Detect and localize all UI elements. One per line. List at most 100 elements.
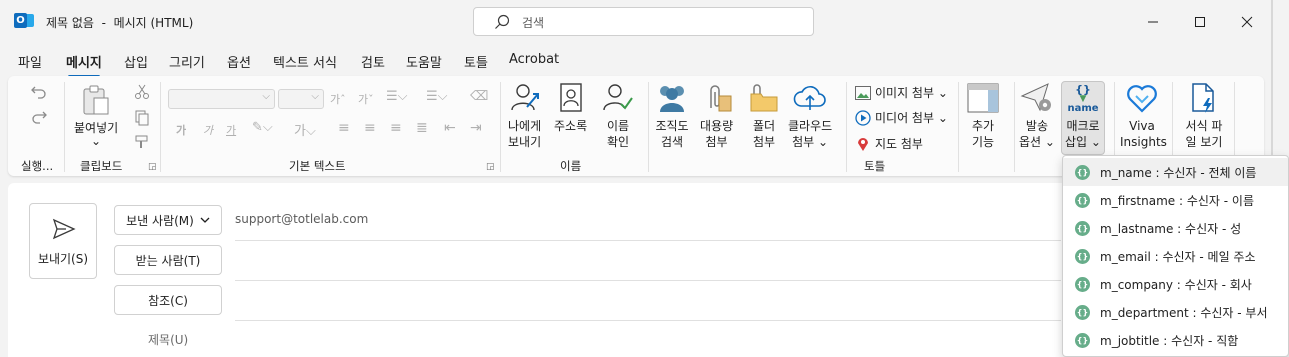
send-options-button[interactable]: 발송 옵션 ⌄	[1019, 82, 1055, 150]
to-button[interactable]: 받는 사람(T)	[114, 245, 222, 275]
document-flash-icon	[1192, 83, 1214, 113]
large-attach-button[interactable]: 대용량 첨부	[700, 82, 733, 150]
cut-icon[interactable]	[134, 84, 150, 100]
send-icon	[52, 218, 76, 240]
close-button[interactable]	[1224, 6, 1270, 38]
folder-attach-label-line1: 폴더	[752, 119, 776, 133]
macro-menu-item[interactable]: {} m_company : 수신자 - 회사	[1063, 270, 1288, 298]
tab-file[interactable]: 파일	[18, 52, 42, 71]
numbering-icon[interactable]: ☰⌵	[426, 89, 448, 104]
braces-icon: {}	[1075, 192, 1090, 208]
from-label: 보낸 사람(M)	[126, 213, 194, 228]
format-file-view-button[interactable]: 서식 파 일 보기	[1180, 82, 1228, 150]
tab-review[interactable]: 검토	[361, 52, 385, 71]
font-color-icon[interactable]: 가⌵	[294, 120, 316, 139]
tab-acrobat[interactable]: Acrobat	[509, 52, 559, 67]
media-attach-button[interactable]: 미디어 첨부 ⌄	[855, 109, 948, 126]
macro-menu-item[interactable]: {} m_department : 수신자 - 부서	[1063, 298, 1288, 326]
org-chart-search-button[interactable]: 조직도 검색	[655, 82, 689, 150]
separator	[1014, 82, 1015, 172]
align-left-icon[interactable]: ≡	[338, 120, 350, 136]
tab-insert[interactable]: 삽입	[124, 52, 148, 71]
clear-format-icon[interactable]: ⌫	[470, 89, 488, 104]
macro-menu-item[interactable]: {} m_name : 수신자 - 전체 이름	[1063, 158, 1288, 186]
org-chart-people-icon	[660, 86, 684, 112]
italic-button[interactable]: 가	[203, 122, 213, 138]
field-divider	[235, 280, 1061, 281]
address-book-button[interactable]: 주소록	[554, 82, 587, 134]
underline-button[interactable]: 가	[226, 122, 236, 138]
outlook-app-icon: O	[14, 12, 34, 30]
braces-icon: {}	[1075, 276, 1090, 292]
undo-icon[interactable]	[30, 84, 48, 100]
copy-icon[interactable]	[134, 110, 150, 126]
search-placeholder: 검색	[522, 16, 545, 30]
macro-item-label: m_lastname : 수신자 - 성	[1100, 221, 1242, 236]
folder-attach-icon	[750, 84, 778, 112]
macro-item-label: m_company : 수신자 - 회사	[1100, 277, 1252, 292]
clipboard-dialog-launcher-icon[interactable]: ◲	[148, 162, 157, 172]
image-attach-button[interactable]: 이미지 첨부 ⌄	[855, 84, 948, 101]
separator	[160, 82, 161, 172]
cc-input[interactable]	[235, 285, 1061, 319]
separator	[64, 82, 65, 172]
send-options-label-line2: 옵션 ⌄	[1019, 135, 1055, 149]
send-to-me-button[interactable]: 나에게 보내기	[508, 82, 541, 150]
macro-menu-item[interactable]: {} m_jobtitle : 수신자 - 직함	[1063, 326, 1288, 354]
decrease-indent-icon[interactable]: ⇤	[444, 120, 456, 136]
macro-dropdown-menu: {} m_name : 수신자 - 전체 이름 {} m_firstname : 수…	[1062, 155, 1289, 357]
justify-icon[interactable]: ≣	[416, 120, 428, 136]
font-family-combo[interactable]	[168, 89, 275, 109]
viva-insights-button[interactable]: Viva Insights	[1120, 82, 1167, 150]
cloud-attach-label-line1: 클라우드	[788, 119, 833, 133]
align-center-icon[interactable]: ≡	[364, 120, 376, 136]
format-view-label-line1: 서식 파	[1185, 119, 1223, 133]
increase-indent-icon[interactable]: ⇥	[470, 120, 482, 136]
bold-button[interactable]: 가	[176, 122, 186, 138]
tab-options[interactable]: 옵션	[227, 52, 251, 71]
macro-menu-item[interactable]: {} m_lastname : 수신자 - 성	[1063, 214, 1288, 242]
from-button[interactable]: 보낸 사람(M)	[114, 205, 222, 235]
add-feature-button[interactable]: 추가 기능	[966, 82, 1000, 150]
check-names-button[interactable]: 이름 확인	[602, 82, 634, 150]
send-to-me-label-line2: 보내기	[508, 135, 542, 149]
large-attach-label-line2: 첨부	[705, 135, 728, 149]
format-view-label-line2: 일 보기	[1185, 135, 1223, 149]
macro-item-label: m_firstname : 수신자 - 이름	[1100, 193, 1255, 208]
font-size-combo[interactable]	[278, 89, 324, 109]
shrink-font-icon[interactable]: 가ˇ	[358, 91, 374, 107]
cloud-attach-button[interactable]: 클라우드 첨부 ⌄	[788, 82, 832, 150]
map-attach-label: 지도 첨부	[875, 137, 923, 151]
send-options-gear-icon	[1020, 83, 1051, 112]
redo-icon[interactable]	[30, 109, 48, 125]
to-input[interactable]	[235, 245, 1061, 279]
grow-font-icon[interactable]: 가ˆ	[330, 91, 346, 107]
format-painter-icon[interactable]	[134, 134, 150, 150]
tab-help[interactable]: 도움말	[406, 52, 442, 71]
tab-draw[interactable]: 그리기	[169, 52, 205, 71]
minimize-button[interactable]	[1130, 6, 1176, 38]
maximize-button[interactable]	[1177, 6, 1223, 38]
folder-attach-button[interactable]: 폴더 첨부	[748, 82, 780, 150]
align-right-icon[interactable]: ≡	[390, 120, 402, 136]
map-attach-button[interactable]: 지도 첨부	[855, 135, 923, 152]
paste-dropdown-icon: ⌄	[91, 134, 102, 148]
search-box[interactable]: 검색	[473, 7, 814, 36]
add-feature-label-line1: 추가	[971, 119, 995, 133]
paste-button[interactable]: 붙여넣기 ⌄	[74, 84, 118, 148]
subject-input[interactable]	[235, 325, 1061, 355]
cc-button[interactable]: 참조(C)	[114, 285, 222, 315]
field-divider	[235, 320, 1061, 321]
send-button[interactable]: 보내기(S)	[29, 203, 97, 279]
check-names-label-line2: 확인	[606, 135, 630, 149]
macro-menu-item[interactable]: {} m_email : 수신자 - 메일 주소	[1063, 242, 1288, 270]
bullets-icon[interactable]: ☰⌵	[386, 89, 408, 104]
basic-text-dialog-launcher-icon[interactable]: ◲	[486, 162, 495, 172]
macro-menu-item[interactable]: {} m_firstname : 수신자 - 이름	[1063, 186, 1288, 214]
image-icon	[855, 85, 871, 100]
tab-format-text[interactable]: 텍스트 서식	[273, 52, 337, 71]
tab-totle[interactable]: 토틀	[464, 52, 488, 71]
macro-insert-button[interactable]: {} ▼ name 매크로 삽입 ⌄	[1061, 81, 1105, 155]
tab-message[interactable]: 메시지	[66, 52, 102, 78]
highlight-icon[interactable]: ✎⌵	[252, 120, 273, 135]
